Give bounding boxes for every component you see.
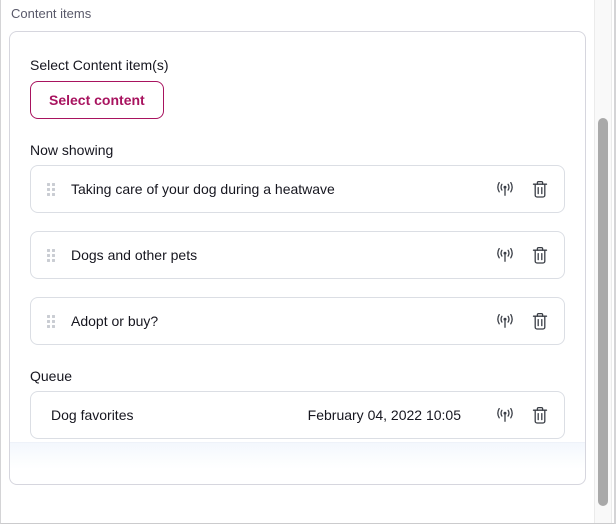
select-content-button[interactable]: Select content [30, 81, 164, 119]
broadcast-icon[interactable] [495, 314, 515, 329]
scrollbar-thumb[interactable] [598, 118, 608, 506]
content-items-window: Content items Select Content item(s) Sel… [0, 0, 616, 524]
drag-handle-icon[interactable] [47, 183, 55, 196]
content-item-row[interactable]: Adopt or buy? [30, 297, 565, 345]
broadcast-icon[interactable] [495, 408, 515, 423]
drag-handle-icon[interactable] [47, 315, 55, 328]
queue-label: Queue [30, 368, 565, 384]
content-item-title: Adopt or buy? [71, 313, 158, 329]
now-showing-list: Taking care of your dog during a heatwav… [30, 165, 565, 345]
content-item-row[interactable]: Dogs and other pets [30, 231, 565, 279]
scrollbar-track[interactable] [594, 0, 612, 523]
trash-icon[interactable] [532, 406, 548, 424]
queue-item-title: Dog favorites [51, 407, 133, 423]
drag-handle-icon[interactable] [47, 249, 55, 262]
queue-item-row[interactable]: Dog favorites February 04, 2022 10:05 [30, 391, 565, 439]
select-content-items-label: Select Content item(s) [30, 57, 565, 73]
broadcast-icon[interactable] [495, 248, 515, 263]
queue-item-datetime: February 04, 2022 10:05 [308, 407, 461, 423]
trash-icon[interactable] [532, 180, 548, 198]
content-items-label: Content items [11, 6, 91, 21]
content-item-row[interactable]: Taking care of your dog during a heatwav… [30, 165, 565, 213]
drop-zone-hint [10, 442, 585, 469]
now-showing-label: Now showing [30, 142, 565, 158]
content-item-title: Dogs and other pets [71, 247, 197, 263]
trash-icon[interactable] [532, 312, 548, 330]
trash-icon[interactable] [532, 246, 548, 264]
queue-list: Dog favorites February 04, 2022 10:05 [30, 391, 565, 439]
broadcast-icon[interactable] [495, 182, 515, 197]
content-items-panel: Select Content item(s) Select content No… [9, 31, 586, 485]
content-item-title: Taking care of your dog during a heatwav… [71, 181, 335, 197]
